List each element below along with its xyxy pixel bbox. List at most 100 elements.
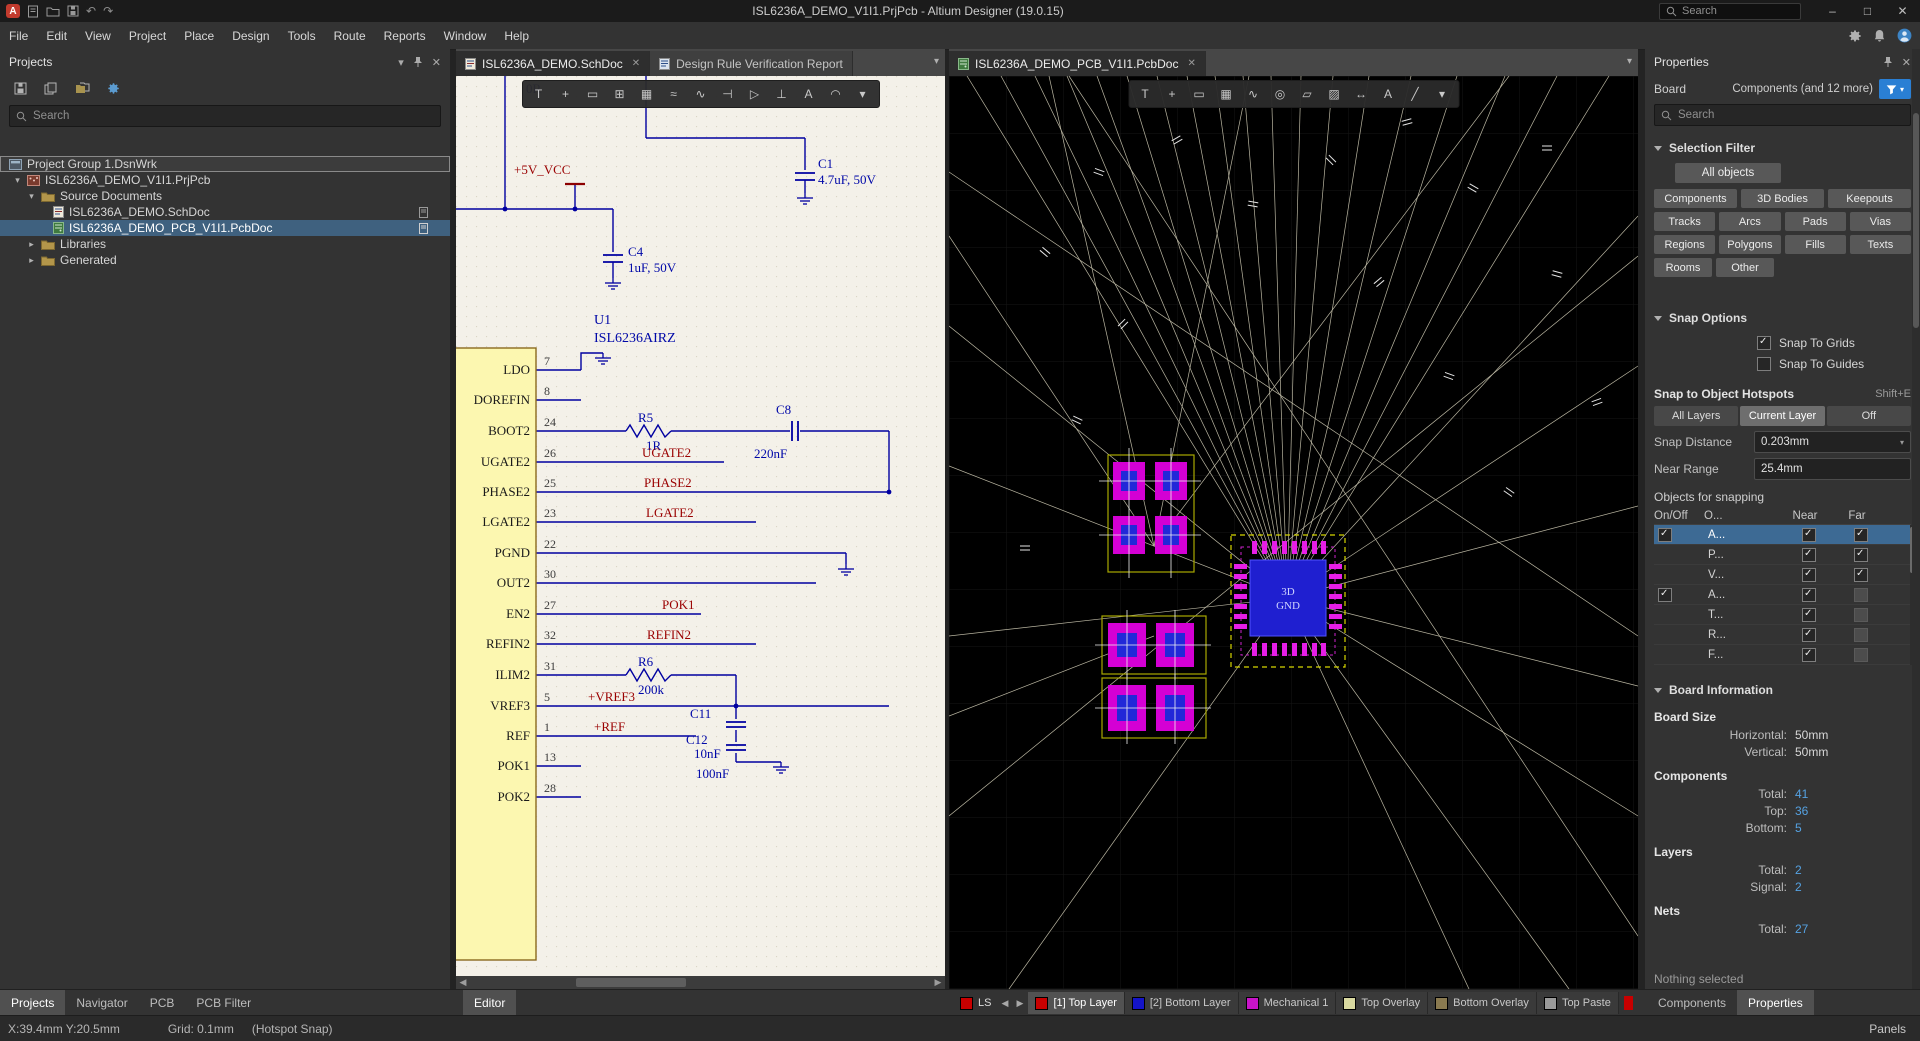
board-info-value[interactable]: 41	[1795, 787, 1808, 801]
bottom-tab-navigator[interactable]: Navigator	[65, 990, 138, 1016]
layer-scroll-left-icon[interactable]: ◀	[998, 998, 1011, 1009]
tree-item-schdoc[interactable]: ISL6236A_DEMO.SchDoc	[0, 204, 450, 220]
layer-tab-bottom-overlay[interactable]: Bottom Overlay	[1428, 992, 1537, 1014]
menu-item-edit[interactable]: Edit	[37, 23, 76, 49]
near-checkbox[interactable]	[1802, 528, 1816, 542]
pad-icon[interactable]: ▱	[1294, 83, 1320, 105]
cursor-tool-icon[interactable]: T	[1132, 83, 1158, 105]
filter-texts-button[interactable]: Texts	[1850, 235, 1911, 254]
dimension-icon[interactable]: ↔	[1348, 83, 1374, 105]
properties-search-input[interactable]: Search	[1654, 104, 1911, 126]
wire-icon[interactable]: ∿	[688, 83, 714, 105]
onoff-checkbox[interactable]	[1658, 588, 1672, 602]
menu-item-tools[interactable]: Tools	[279, 23, 325, 49]
col-onoff[interactable]: On/Off	[1654, 510, 1704, 522]
layer-set-selector[interactable]: LS	[955, 997, 996, 1010]
tree-item-generated[interactable]: ▸ Generated	[0, 252, 450, 268]
filter-polygons-button[interactable]: Polygons	[1719, 235, 1780, 254]
far-checkbox[interactable]	[1854, 568, 1868, 582]
col-far[interactable]: Far	[1834, 510, 1880, 522]
filter-other-button[interactable]: Other	[1716, 258, 1774, 277]
col-object[interactable]: O...	[1704, 510, 1776, 522]
bottom-tab-pcb-filter[interactable]: PCB Filter	[185, 990, 262, 1016]
tab-schdoc[interactable]: ISL6236A_DEMO.SchDoc ✕	[456, 51, 650, 76]
menu-item-help[interactable]: Help	[495, 23, 538, 49]
expand-arrow-icon[interactable]: ▾	[13, 175, 22, 186]
tab-list-chevron-icon[interactable]: ▾	[1627, 56, 1632, 67]
open-project-icon[interactable]	[46, 5, 60, 17]
port-icon[interactable]: ▷	[742, 83, 768, 105]
bottom-tab-components[interactable]: Components	[1647, 990, 1737, 1016]
layer-tab-1-top-layer[interactable]: [1] Top Layer	[1028, 992, 1124, 1014]
cursor-tool-icon[interactable]: T	[526, 83, 552, 105]
near-checkbox[interactable]	[1802, 648, 1816, 662]
tab-close-icon[interactable]: ✕	[632, 58, 640, 69]
explorer-button[interactable]	[70, 78, 94, 98]
layer-scroll-right-icon[interactable]: ▶	[1013, 998, 1026, 1009]
bottom-tab-properties[interactable]: Properties	[1737, 990, 1814, 1016]
layer-tab-top-overlay[interactable]: Top Overlay	[1336, 992, 1428, 1014]
tree-item-libraries[interactable]: ▸ Libraries	[0, 236, 450, 252]
expand-arrow-icon[interactable]: ▾	[27, 191, 36, 202]
filter-fills-button[interactable]: Fills	[1785, 235, 1846, 254]
redo-icon[interactable]: ↷	[103, 0, 113, 22]
near-checkbox[interactable]	[1802, 608, 1816, 622]
filter-components-button[interactable]: Components	[1654, 189, 1737, 208]
minimize-button[interactable]: –	[1815, 0, 1850, 22]
settings-gear-icon[interactable]	[1848, 29, 1862, 43]
pin-icon[interactable]: ⊣	[715, 83, 741, 105]
filter-3d-bodies-button[interactable]: 3D Bodies	[1741, 189, 1824, 208]
arc-icon[interactable]: ◠	[823, 83, 849, 105]
objects-table-row[interactable]: A...	[1654, 585, 1911, 605]
zoom-add-icon[interactable]: +	[1159, 83, 1185, 105]
far-checkbox[interactable]	[1854, 528, 1868, 542]
tab-design-rule-report[interactable]: Design Rule Verification Report	[650, 51, 853, 76]
menu-item-reports[interactable]: Reports	[375, 23, 435, 49]
schematic-canvas[interactable]: LDODOREFINBOOT2UGATE2PHASE2LGATE2PGNDOUT…	[456, 76, 945, 976]
board-info-value[interactable]: 27	[1795, 922, 1808, 936]
board-info-value[interactable]: 5	[1795, 821, 1802, 835]
component-body-u1[interactable]	[456, 348, 536, 960]
far-checkbox[interactable]	[1854, 628, 1868, 642]
objects-table-row[interactable]: F...	[1654, 645, 1911, 665]
scrollbar-thumb[interactable]	[1913, 113, 1919, 328]
board-view-icon[interactable]: ▦	[1213, 83, 1239, 105]
schematic-hscrollbar[interactable]: ◀ ▶	[456, 976, 945, 989]
bottom-tab-projects[interactable]: Projects	[0, 990, 65, 1016]
section-selection-filter[interactable]: Selection Filter	[1645, 131, 1920, 159]
bus-icon[interactable]: ≈	[661, 83, 687, 105]
near-checkbox[interactable]	[1802, 568, 1816, 582]
user-account-icon[interactable]	[1897, 28, 1912, 43]
grid-icon[interactable]: ▦	[634, 83, 660, 105]
notifications-bell-icon[interactable]	[1873, 29, 1886, 43]
board-info-value[interactable]: 2	[1795, 880, 1802, 894]
collapse-arrow-icon[interactable]: ▸	[27, 255, 36, 266]
tree-item-source-documents[interactable]: ▾ Source Documents	[0, 188, 450, 204]
global-search-input[interactable]: Search	[1659, 3, 1801, 20]
scroll-left-arrow-icon[interactable]: ◀	[456, 976, 470, 989]
save-project-button[interactable]	[8, 78, 32, 98]
maximize-button[interactable]: □	[1850, 0, 1885, 22]
route-icon[interactable]: ∿	[1240, 83, 1266, 105]
hotspot-mode-off[interactable]: Off	[1827, 406, 1911, 426]
pin-icon[interactable]	[413, 56, 423, 68]
onoff-checkbox[interactable]	[1658, 528, 1672, 542]
far-checkbox[interactable]	[1854, 548, 1868, 562]
section-board-information[interactable]: Board Information	[1645, 673, 1920, 701]
section-snap-options[interactable]: Snap Options	[1645, 311, 1920, 329]
near-checkbox[interactable]	[1802, 628, 1816, 642]
snap-to-guides-checkbox[interactable]	[1757, 357, 1771, 371]
zoom-add-icon[interactable]: +	[553, 83, 579, 105]
tree-item-pcbdoc[interactable]: ISL6236A_DEMO_PCB_V1I1.PcbDoc	[0, 220, 450, 236]
panels-button[interactable]: Panels	[1869, 1022, 1906, 1036]
objects-table-row[interactable]: R...	[1654, 625, 1911, 645]
bottom-tab-pcb[interactable]: PCB	[139, 990, 186, 1016]
via-icon[interactable]: ◎	[1267, 83, 1293, 105]
selection-icon[interactable]: ▭	[1186, 83, 1212, 105]
pin-icon[interactable]	[1883, 56, 1893, 68]
scroll-right-arrow-icon[interactable]: ▶	[931, 976, 945, 989]
menu-item-view[interactable]: View	[76, 23, 120, 49]
menu-item-place[interactable]: Place	[175, 23, 223, 49]
close-button[interactable]: ✕	[1885, 0, 1920, 22]
col-near[interactable]: Near	[1776, 510, 1834, 522]
